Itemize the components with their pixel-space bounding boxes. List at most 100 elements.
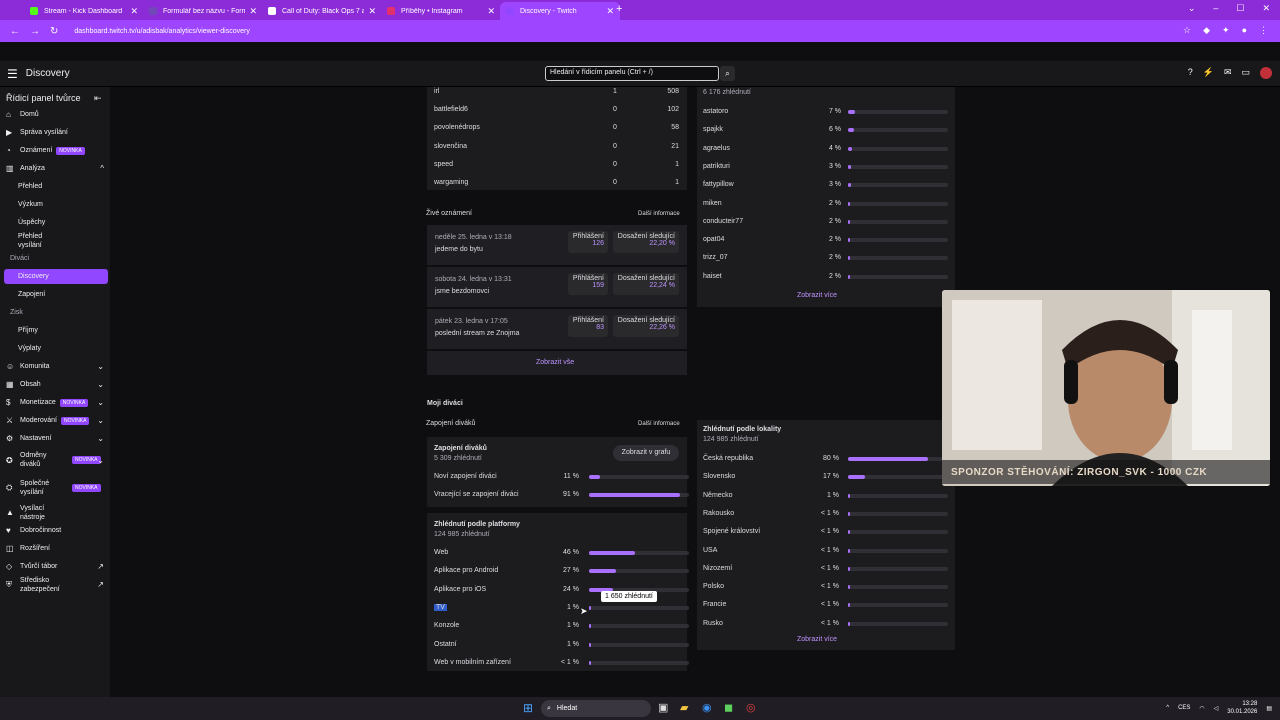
- hamburger-menu-icon[interactable]: ☰: [7, 67, 18, 81]
- extension-icon[interactable]: ◆: [1203, 25, 1210, 36]
- taskbar-search[interactable]: ⌕ Hledat: [541, 700, 651, 717]
- sidebar-item-st-edisko-zabezpe-en-[interactable]: ⛨ Středisko zabezpečení ↗: [4, 577, 108, 593]
- sidebar-item-obsah[interactable]: ▦ Obsah ⌄: [4, 377, 108, 392]
- sidebar-item-vys-lac-n-stroje[interactable]: ▲ Vysílací nástroje: [4, 505, 108, 521]
- close-tab-icon[interactable]: ✕: [606, 6, 614, 17]
- show-in-chart-button[interactable]: Zobrazit v grafu: [613, 445, 679, 461]
- sidebar-item-spr-va-vys-l-n-[interactable]: ▶ Správa vysílání: [4, 125, 108, 140]
- chevron-icon[interactable]: ⌄: [97, 456, 104, 465]
- engagement-more-link[interactable]: Další informace: [638, 421, 680, 427]
- sidebar-item-zapojen-[interactable]: Zapojení: [4, 287, 108, 302]
- locations-show-more[interactable]: Zobrazit více: [797, 636, 837, 643]
- location-label: Spojené království: [703, 528, 761, 536]
- browser-tab[interactable]: Formulář bez názvu - Formuláře✕: [143, 2, 263, 20]
- chevron-icon[interactable]: ⌄: [97, 416, 104, 425]
- sidebar-item-monetizace[interactable]: $ Monetizace NOVINKA ⌄: [4, 395, 108, 410]
- live-announcement-item: sobota 24. ledna v 13:31 jsme bezdomovci P…: [427, 267, 687, 307]
- help-icon[interactable]: ?: [1188, 67, 1193, 79]
- announcement-date: neděle 25. ledna v 13:18: [435, 234, 512, 241]
- dashboard-search-input[interactable]: Hledání v řídicím panelu (Ctrl + /): [545, 66, 719, 81]
- back-icon[interactable]: ←: [10, 26, 20, 37]
- sidebar-item-v-platy[interactable]: Výplaty: [4, 341, 108, 356]
- sidebar-item-komunita[interactable]: ☺ Komunita ⌄: [4, 359, 108, 374]
- puzzle-icon[interactable]: ✦: [1222, 25, 1230, 36]
- new-badge: NOVINKA: [60, 416, 90, 425]
- sidebar-item-moderov-n-[interactable]: ⚔ Moderování NOVINKA ⌄: [4, 413, 108, 428]
- sidebar-item-tv-r-t-bor[interactable]: ◇ Tvůrčí tábor ↗: [4, 559, 108, 574]
- sidebar-item-nastaven-[interactable]: ⚙ Nastavení ⌄: [4, 431, 108, 446]
- close-tab-icon[interactable]: ✕: [130, 6, 138, 17]
- avatar[interactable]: [1260, 67, 1272, 79]
- minimize-button[interactable]: –: [1213, 3, 1218, 14]
- sidebar-item-p-ehled-vys-l-n-[interactable]: Přehled vysílání: [4, 233, 108, 249]
- chevron-icon[interactable]: ⌄: [97, 380, 104, 389]
- sidebar-item-dobro-innost[interactable]: ♥ Dobročinnost: [4, 523, 108, 538]
- browser-tab[interactable]: Stream - Kick Dashboard ✕: [24, 2, 144, 20]
- new-tab-button[interactable]: +: [616, 3, 622, 15]
- login-label: Přihlášení: [572, 317, 604, 324]
- close-tab-icon[interactable]: ✕: [487, 6, 495, 17]
- notification-icon[interactable]: ▤: [1266, 705, 1272, 712]
- chat-icon[interactable]: ▭: [1241, 67, 1250, 79]
- profile-icon[interactable]: ●: [1242, 25, 1247, 36]
- browser-tab[interactable]: Příběhy • Instagram ✕: [381, 2, 501, 20]
- close-window-button[interactable]: ✕: [1262, 3, 1270, 14]
- file-explorer-icon[interactable]: ▰: [680, 701, 688, 714]
- activity-icon[interactable]: ⚡: [1203, 67, 1214, 79]
- location-bar-fill: [848, 603, 850, 608]
- chevron-icon[interactable]: ⌄: [97, 362, 104, 371]
- edge-icon[interactable]: ◉: [702, 701, 712, 714]
- search-icon[interactable]: ⌕: [720, 66, 735, 81]
- sidebar-item-spole-n-vys-l-n-[interactable]: ⛭ Společné vysílání NOVINKA: [4, 477, 108, 499]
- close-tab-icon[interactable]: ✕: [368, 6, 376, 17]
- bookmark-star-icon[interactable]: ☆: [1183, 25, 1191, 36]
- browser-tab[interactable]: Call of Duty: Black Ops 7 and C✕: [262, 2, 382, 20]
- tag-name: battlefield6: [434, 106, 468, 114]
- chevron-icon[interactable]: ^: [100, 164, 104, 173]
- wifi-icon[interactable]: ◠: [1199, 705, 1204, 712]
- platform-bar: [589, 660, 689, 665]
- sidebar-item-discovery[interactable]: Discovery: [4, 269, 108, 284]
- tab-title: Stream - Kick Dashboard: [44, 7, 123, 15]
- location-label: Česká republika: [703, 455, 754, 462]
- task-view-icon[interactable]: ▣: [658, 701, 668, 714]
- chrome-icon[interactable]: ◎: [746, 701, 756, 714]
- start-icon[interactable]: ⊞: [523, 701, 533, 715]
- show-all-button[interactable]: Zobrazit vše: [427, 351, 687, 375]
- sidebar-item-ozn-men-[interactable]: ◔ Oznámení NOVINKA: [4, 143, 108, 158]
- chevron-icon[interactable]: ⌄: [97, 398, 104, 407]
- inbox-icon[interactable]: ✉: [1224, 67, 1232, 79]
- sidebar-item-dom-[interactable]: ⌂ Domů: [4, 107, 108, 122]
- channel-bar: [848, 110, 948, 114]
- sidebar-item-v-zkum[interactable]: Výzkum: [4, 197, 108, 212]
- menu-dots-icon[interactable]: ⋮: [1259, 25, 1268, 36]
- sidebar-item--sp-chy[interactable]: Úspěchy: [4, 215, 108, 230]
- chevron-icon[interactable]: ⌄: [97, 434, 104, 443]
- sidebar-item-label: Rozšíření: [20, 545, 50, 552]
- channels-show-more[interactable]: Zobrazit více: [797, 292, 837, 299]
- clock[interactable]: 13:28 30.01.2026: [1227, 700, 1257, 716]
- volume-icon[interactable]: ◁: [1214, 705, 1219, 712]
- browser-tab-strip: Stream - Kick Dashboard ✕ Formulář bez náz…: [0, 0, 1280, 20]
- reload-icon[interactable]: ↻: [50, 26, 58, 37]
- forward-icon[interactable]: →: [30, 26, 40, 37]
- tab-search-icon[interactable]: ⌄: [1188, 3, 1196, 14]
- sidebar-item-p-ehled[interactable]: Přehled: [4, 179, 108, 194]
- language-indicator[interactable]: CES: [1178, 705, 1190, 711]
- sidebar-item-anal-za[interactable]: ▥ Analýza ^: [4, 161, 108, 176]
- app-icon[interactable]: ◼: [724, 701, 733, 714]
- chevron-up-icon[interactable]: ^: [1166, 705, 1169, 711]
- collapse-sidebar-icon[interactable]: ⇤: [94, 93, 102, 104]
- tab-favicon-icon: [268, 7, 276, 15]
- locations-subtitle: 124 985 zhlédnutí: [703, 436, 759, 443]
- location-bar-fill: [848, 457, 928, 461]
- url-field[interactable]: dashboard.twitch.tv/u/adisbak/analytics/…: [74, 28, 249, 35]
- close-tab-icon[interactable]: ✕: [249, 6, 257, 17]
- sidebar-item-p-jmy[interactable]: Příjmy: [4, 323, 108, 338]
- sidebar-item-roz-en-[interactable]: ◫ Rozšíření: [4, 541, 108, 556]
- browser-tab[interactable]: Discovery - Twitch ✕: [500, 2, 620, 20]
- sidebar-item-odm-ny-div-k-[interactable]: ✪ Odměny diváků NOVINKA ⌄: [4, 449, 108, 471]
- channel-percent: 2 %: [828, 199, 841, 207]
- live-more-link[interactable]: Další informace: [638, 211, 680, 217]
- maximize-button[interactable]: ☐: [1236, 3, 1244, 14]
